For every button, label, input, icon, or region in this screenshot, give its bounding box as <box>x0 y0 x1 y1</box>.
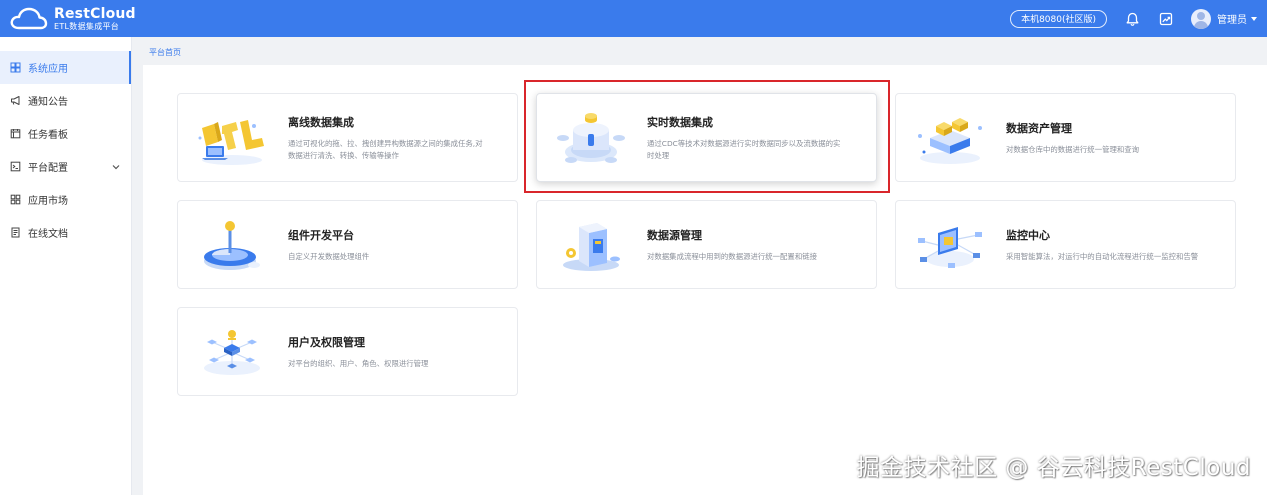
apps-icon <box>10 194 21 205</box>
sidebar-item-label: 任务看板 <box>28 130 68 141</box>
sidebar-item-label: 平台配置 <box>28 163 68 174</box>
avatar <box>1191 8 1211 29</box>
card-offline-integration[interactable]: 离线数据集成 通过可视化的拖、拉、拽创建异构数据源之间的集成任务,对数据进行清洗… <box>177 93 518 182</box>
card-title: 离线数据集成 <box>288 115 354 129</box>
sidebar-item-label: 在线文档 <box>28 229 68 240</box>
breadcrumb[interactable]: 平台首页 <box>149 47 181 58</box>
card-description: 通过可视化的拖、拉、拽创建异构数据源之间的集成任务,对数据进行清洗、转换、传输等… <box>288 138 483 160</box>
sidebar-item-label: 系统应用 <box>28 64 68 75</box>
cloud-logo-icon <box>10 7 48 31</box>
sidebar-item-app-market[interactable]: 应用市场 <box>0 183 131 216</box>
cdc-hub-illustration-icon <box>551 108 631 168</box>
logo-subtitle: ETL数据集成平台 <box>54 21 120 31</box>
card-description: 对数据仓库中的数据进行统一管理和查询 <box>1006 144 1140 154</box>
watermark: 掘金技术社区 @ 谷云科技RestCloud <box>856 455 1251 481</box>
sidebar-item-online-docs[interactable]: 在线文档 <box>0 216 131 249</box>
environment-switch[interactable]: 本机8080(社区版) <box>1010 9 1107 28</box>
breadcrumb-bar: 平台首页 <box>133 37 1267 65</box>
card-description: 对平台的组织、用户、角色、权限进行管理 <box>288 358 429 368</box>
document-icon <box>10 227 21 238</box>
server-illustration-icon <box>551 215 631 275</box>
terminal-icon <box>10 161 21 172</box>
sidebar-item-notices[interactable]: 通知公告 <box>0 84 131 117</box>
calendar-icon <box>10 128 21 139</box>
user-name: 管理员 <box>1217 15 1247 26</box>
card-title: 组件开发平台 <box>288 228 354 242</box>
card-realtime-integration[interactable]: 实时数据集成 通过CDC等技术对数据源进行实时数据同步以及流数据的实时处理 <box>536 93 877 182</box>
card-title: 实时数据集成 <box>647 115 713 129</box>
sidebar: 系统应用 通知公告 任务看板 平台配置 应用市场 在线文档 <box>0 37 132 495</box>
monitor-network-illustration-icon <box>910 215 990 275</box>
card-user-permission-management[interactable]: 用户及权限管理 对平台的组织、用户、角色、权限进行管理 <box>177 307 518 396</box>
card-description: 对数据集成流程中用到的数据源进行统一配置和链接 <box>647 251 817 261</box>
dashboard-trend-icon[interactable] <box>1157 10 1175 28</box>
grid-icon <box>10 62 21 73</box>
card-description: 自定义开发数据处理组件 <box>288 251 370 261</box>
megaphone-icon <box>10 95 21 106</box>
card-data-asset-management[interactable]: 数据资产管理 对数据仓库中的数据进行统一管理和查询 <box>895 93 1236 182</box>
user-menu[interactable]: 管理员 <box>1191 8 1257 29</box>
sidebar-item-label: 应用市场 <box>28 196 68 207</box>
etl-illustration-icon <box>192 108 272 168</box>
card-component-dev-platform[interactable]: 组件开发平台 自定义开发数据处理组件 <box>177 200 518 289</box>
bell-icon[interactable] <box>1123 10 1141 28</box>
card-title: 数据源管理 <box>647 228 702 242</box>
card-monitoring-center[interactable]: 监控中心 采用智能算法，对运行中的自动化流程进行统一监控和告警 <box>895 200 1236 289</box>
card-description: 采用智能算法，对运行中的自动化流程进行统一监控和告警 <box>1006 251 1199 261</box>
card-title: 数据资产管理 <box>1006 121 1072 135</box>
caret-down-icon <box>1251 16 1257 21</box>
card-title: 监控中心 <box>1006 228 1050 242</box>
top-bar: RestCloud ETL数据集成平台 本机8080(社区版) 管理员 <box>0 0 1267 37</box>
org-network-illustration-icon <box>192 322 272 382</box>
chevron-down-icon <box>112 162 120 173</box>
sidebar-item-platform-config[interactable]: 平台配置 <box>0 150 131 183</box>
card-datasource-management[interactable]: 数据源管理 对数据集成流程中用到的数据源进行统一配置和链接 <box>536 200 877 289</box>
sidebar-item-label: 通知公告 <box>28 97 68 108</box>
sidebar-item-system-apps[interactable]: 系统应用 <box>0 51 131 84</box>
card-title: 用户及权限管理 <box>288 335 365 349</box>
data-blocks-illustration-icon <box>910 108 990 168</box>
logo-name: RestCloud <box>54 5 136 22</box>
sidebar-item-task-board[interactable]: 任务看板 <box>0 117 131 150</box>
component-joystick-illustration-icon <box>192 215 272 275</box>
card-description: 通过CDC等技术对数据源进行实时数据同步以及流数据的实时处理 <box>647 138 841 160</box>
app-logo[interactable]: RestCloud ETL数据集成平台 <box>10 7 136 31</box>
